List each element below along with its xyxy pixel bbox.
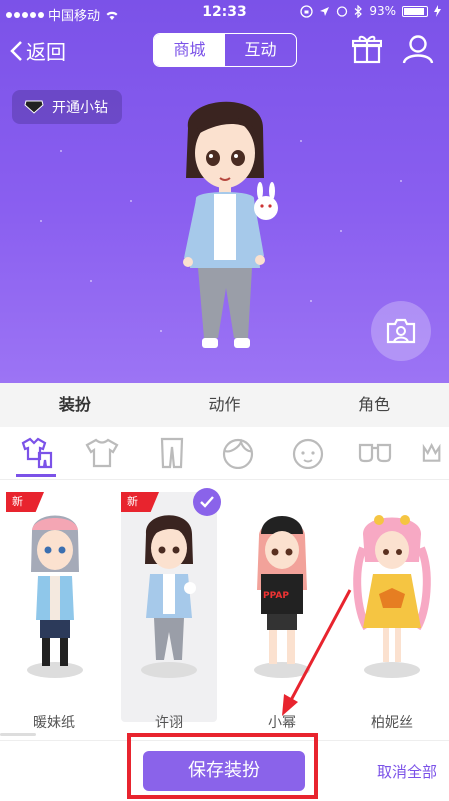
tab-dressup[interactable]: 装扮 [0,383,150,427]
chevron-left-icon [10,40,22,61]
top-icon[interactable] [82,433,122,473]
bluetooth-icon [354,4,363,18]
vip-button[interactable]: 开通小钻 [12,90,122,124]
tab-shop[interactable]: 商城 [154,34,225,66]
tab-roles[interactable]: 角色 [299,383,449,427]
new-badge: 新 [6,492,44,512]
outfit-set-icon[interactable] [16,433,56,473]
outfit-item[interactable]: 新 暖妹纸 [6,492,102,731]
outfit-name: 小幂 [268,715,296,731]
battery-icon [402,5,428,17]
gift-icon[interactable] [352,34,382,64]
outfit-figure [27,515,83,678]
vip-label: 开通小钻 [52,100,108,116]
profile-icon[interactable] [402,34,434,64]
outfit-figure: PPAP [254,516,310,678]
outfit-figure [353,515,431,678]
category-underline [16,474,56,477]
highlight-box [127,733,318,799]
new-badge: 新 [121,492,159,512]
diamond-icon [24,100,44,114]
charging-icon [434,5,441,17]
svg-text:PPAP: PPAP [263,591,289,601]
avatar-figure [183,101,278,348]
camera-button[interactable] [371,301,431,361]
footer-bar: 保存装扮 取消全部 [0,733,449,801]
header-segmented-control: 商城 互动 [153,33,297,67]
pants-icon[interactable] [152,433,192,473]
tab-actions[interactable]: 动作 [150,383,300,427]
category-bar [0,427,449,480]
alarm-icon [337,6,348,17]
outfit-name: 柏妮丝 [371,715,413,731]
back-button[interactable]: 返回 [10,36,66,65]
outfit-name: 暖妹纸 [33,715,75,731]
glasses-icon[interactable] [355,433,395,473]
horizontal-scrollbar[interactable] [0,733,36,736]
outfit-name: 许诩 [155,715,183,731]
outfit-item[interactable]: 柏妮丝 [344,492,440,731]
status-bar: 中国移动 12:33 93% [0,0,449,26]
hair-icon[interactable] [218,433,258,473]
bunny-pet [254,182,278,220]
accessory-icon[interactable] [420,433,449,473]
outfit-list: 新 暖妹纸 新 许诩 PPAP 小幂 柏妮丝 [0,480,449,736]
avatar-preview-area: 中国移动 12:33 93% 返回 商城 互动 开通小钻 [0,0,449,383]
tab-interact[interactable]: 互动 [225,34,296,66]
outfit-figure [141,515,197,678]
battery-percent: 93% [369,4,396,18]
lock-rotation-icon [300,4,313,18]
face-icon[interactable] [288,433,328,473]
cancel-all-button[interactable]: 取消全部 [377,761,437,782]
location-icon [320,6,330,16]
back-label: 返回 [26,40,66,64]
camera-icon [386,318,416,344]
outfit-item[interactable]: 新 许诩 [121,488,221,731]
outfit-item[interactable]: PPAP 小幂 [234,492,330,731]
main-tabs: 装扮 动作 角色 [0,383,449,427]
